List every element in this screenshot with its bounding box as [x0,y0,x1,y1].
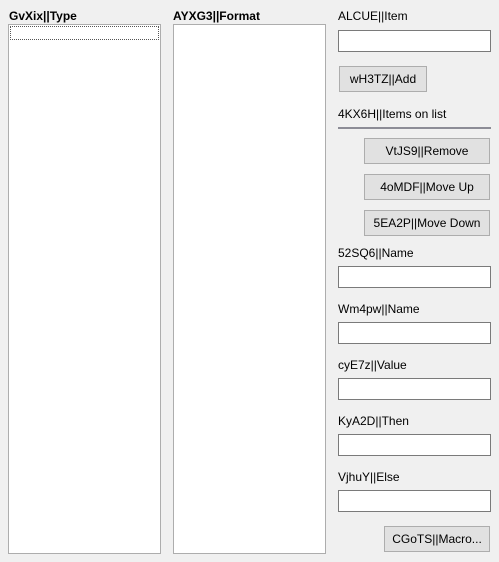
items-on-list-label: 4KX6H||Items on list [338,107,447,121]
format-list[interactable] [173,24,326,554]
add-button[interactable]: wH3TZ||Add [339,66,427,92]
type-column-header: GvXix||Type [9,9,77,23]
field-label-name-2: Wm4pw||Name [338,302,420,316]
move-down-button[interactable]: 5EA2P||Move Down [364,210,490,236]
value-input[interactable] [338,378,491,400]
field-label-else: VjhuY||Else [338,470,400,484]
move-up-button[interactable]: 4oMDF||Move Up [364,174,490,200]
item-input[interactable] [338,30,491,52]
item-label: ALCUE||Item [338,9,408,23]
type-list[interactable] [8,24,161,554]
format-column-header: AYXG3||Format [173,9,260,23]
macro-button[interactable]: CGoTS||Macro... [384,526,490,552]
then-input[interactable] [338,434,491,456]
else-input[interactable] [338,490,491,512]
field-label-value: cyE7z||Value [338,358,407,372]
field-label-then: KyA2D||Then [338,414,409,428]
type-list-focused-row[interactable] [10,26,159,40]
name-input-1[interactable] [338,266,491,288]
remove-button[interactable]: VtJS9||Remove [364,138,490,164]
field-label-name-1: 52SQ6||Name [338,246,414,260]
items-on-list-separator [338,127,491,129]
name-input-2[interactable] [338,322,491,344]
